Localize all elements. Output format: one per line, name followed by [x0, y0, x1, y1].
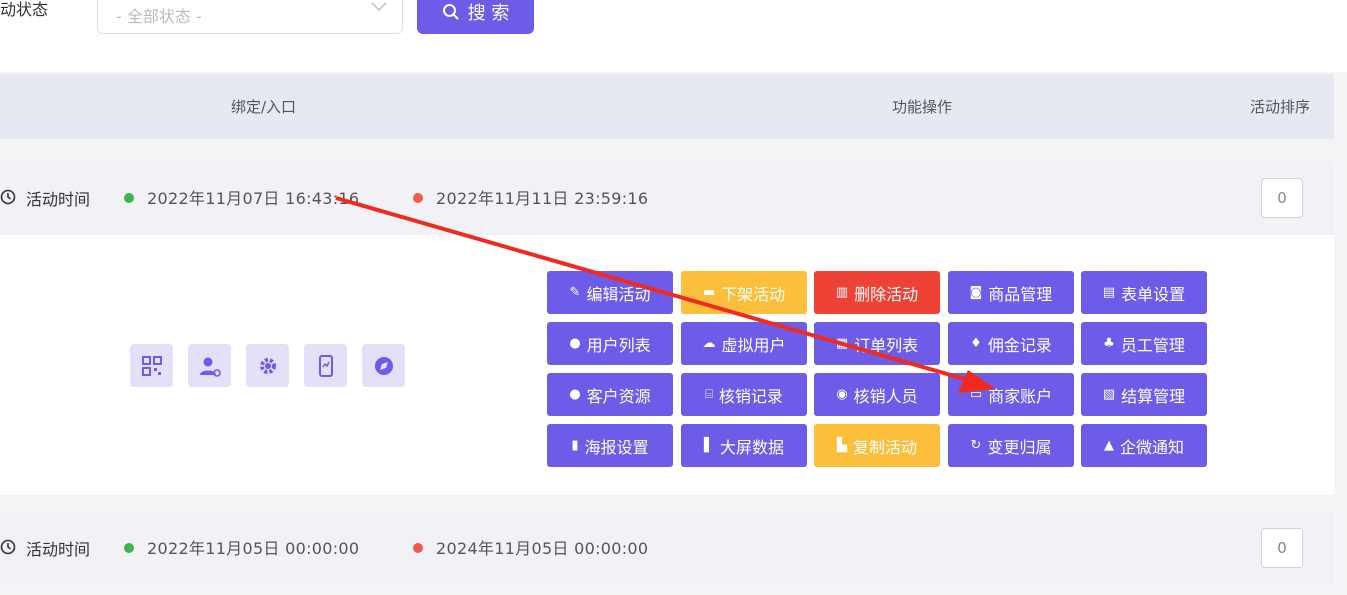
start-time: 2022年11月07日 16:43:16 [147, 189, 360, 208]
action-button-label: 核销记录 [718, 386, 783, 406]
action-button-label: 编辑活动 [586, 284, 651, 304]
action-button[interactable]: ▮ 海报设置 [547, 424, 673, 467]
user-icon: ● [569, 336, 581, 351]
chevron-down-icon [371, 2, 387, 12]
end-dot [413, 543, 423, 553]
trash-icon: ▥ [835, 285, 849, 300]
status-select-placeholder: - 全部状态 - [116, 7, 202, 26]
action-button[interactable]: ↻ 变更归属 [948, 424, 1074, 467]
action-button-label: 下架活动 [721, 284, 786, 304]
compass-icon[interactable] [362, 344, 405, 387]
action-button[interactable]: ♣ 员工管理 [1081, 322, 1207, 365]
action-button[interactable]: ● 客户资源 [547, 373, 673, 416]
form-icon: ▤ [1102, 285, 1116, 300]
cloud-icon: ☁ [702, 336, 716, 351]
bell-icon: ▲ [1103, 438, 1114, 453]
header-functions: 功能操作 [892, 98, 953, 116]
action-button-label: 用户列表 [586, 335, 651, 355]
action-button[interactable]: ▌ 大屏数据 [681, 424, 807, 467]
time-label: 活动时间 [26, 190, 91, 209]
refresh-icon: ↻ [970, 438, 982, 453]
action-button-label: 海报设置 [584, 437, 649, 457]
user-link-icon[interactable] [188, 344, 231, 387]
action-button[interactable]: ▧ 结算管理 [1081, 373, 1207, 416]
action-button-label: 客户资源 [586, 386, 651, 406]
action-button[interactable]: ◉ 核销人员 [814, 373, 940, 416]
sort-input[interactable]: 0 [1261, 528, 1303, 568]
row-body: ✎ 编辑活动 ▬ 下架活动 ▥ 删除活动 ◙ 商品管理 ▤ 表单设置 ● 用户列表 ☁ 虚拟用户 ▦ 订单列表… [0, 235, 1334, 495]
edit-icon: ✎ [569, 285, 581, 300]
gear-icon[interactable] [246, 344, 289, 387]
scan-icon: ⌸ [705, 387, 713, 402]
action-button-label: 虚拟用户 [721, 335, 786, 355]
copy-icon: ▙ [836, 438, 847, 453]
poster-icon: ▮ [571, 438, 579, 453]
action-button-label: 删除活动 [854, 284, 919, 304]
start-dot [124, 193, 134, 203]
clock-icon [0, 539, 16, 555]
action-button[interactable]: ▥ 删除活动 [814, 271, 940, 314]
action-button-label: 变更归属 [987, 437, 1052, 457]
action-button-label: 结算管理 [1121, 386, 1186, 406]
action-button-label: 佣金记录 [987, 335, 1052, 355]
start-dot [124, 543, 134, 553]
qrcode-icon[interactable] [130, 344, 173, 387]
clock-icon [0, 189, 16, 205]
goods-icon: ◙ [969, 285, 983, 300]
action-button[interactable]: ▲ 企微通知 [1081, 424, 1207, 467]
action-button-label: 企微通知 [1119, 437, 1184, 457]
status-filter-label: 动状态 [0, 0, 49, 19]
mobile-icon[interactable] [304, 344, 347, 387]
ledger-icon: ▧ [1102, 387, 1116, 402]
action-button[interactable]: ▬ 下架活动 [681, 271, 807, 314]
search-icon [442, 4, 459, 20]
action-button[interactable]: ☁ 虚拟用户 [681, 322, 807, 365]
staff-icon: ♣ [1103, 336, 1115, 351]
start-time: 2022年11月05日 00:00:00 [147, 539, 360, 558]
search-button-label: 搜 索 [467, 3, 510, 24]
action-button-label: 商家账户 [988, 386, 1053, 406]
end-time: 2024年11月05日 00:00:00 [436, 539, 649, 558]
table-row: 活动时间 2022年11月05日 00:00:00 2024年11月05日 00… [0, 511, 1334, 585]
action-button[interactable]: ✎ 编辑活动 [547, 271, 673, 314]
end-dot [413, 193, 423, 203]
end-time: 2022年11月11日 23:59:16 [436, 189, 649, 208]
action-button[interactable]: ● 用户列表 [547, 322, 673, 365]
order-icon: ▦ [835, 336, 849, 351]
table-row: 活动时间 2022年11月07日 16:43:16 2022年11月11日 23… [0, 161, 1334, 235]
action-button[interactable]: ▤ 表单设置 [1081, 271, 1207, 314]
header-sort: 活动排序 [1250, 98, 1311, 116]
action-button-label: 大屏数据 [719, 437, 784, 457]
action-button-label: 复制活动 [852, 437, 917, 457]
status-select[interactable]: - 全部状态 - [97, 0, 403, 34]
customer-icon: ● [569, 387, 581, 402]
action-button-label: 核销人员 [853, 386, 918, 406]
action-button-label: 商品管理 [988, 284, 1053, 304]
header-binding: 绑定/入口 [231, 98, 297, 116]
action-button[interactable]: ▦ 订单列表 [814, 322, 940, 365]
bar-chart-icon: ▌ [703, 438, 714, 453]
action-button-label: 表单设置 [1121, 284, 1186, 304]
action-button[interactable]: ▙ 复制活动 [814, 424, 940, 467]
action-button-label: 员工管理 [1120, 335, 1185, 355]
action-button[interactable]: ⌸ 核销记录 [681, 373, 807, 416]
filter-bar: 动状态 - 全部状态 - 搜 索 [0, 0, 1347, 72]
person-circle-icon: ◉ [836, 387, 848, 402]
action-button[interactable]: ▭ 商家账户 [948, 373, 1074, 416]
action-button[interactable]: ♦ 佣金记录 [948, 322, 1074, 365]
action-button[interactable]: ◙ 商品管理 [948, 271, 1074, 314]
sort-input[interactable]: 0 [1261, 178, 1303, 218]
box-icon: ▬ [702, 285, 716, 300]
search-button[interactable]: 搜 索 [417, 0, 534, 34]
table-header: 绑定/入口 功能操作 活动排序 [0, 74, 1334, 139]
time-label: 活动时间 [26, 540, 91, 559]
action-button-label: 订单列表 [854, 335, 919, 355]
wallet-icon: ▭ [969, 387, 983, 402]
money-bag-icon: ♦ [970, 336, 982, 351]
